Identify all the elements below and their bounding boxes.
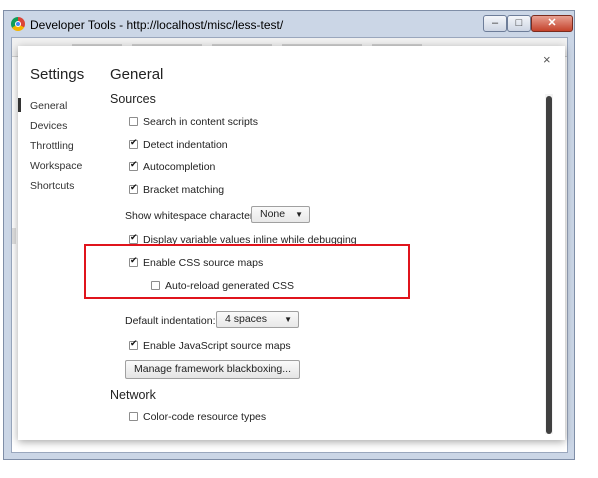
sidebar-item-devices[interactable]: Devices <box>30 120 67 132</box>
sidebar-item-workspace[interactable]: Workspace <box>30 160 82 172</box>
page-title: General <box>110 66 164 83</box>
option-label: Color-code resource types <box>143 411 267 423</box>
enable-js-source-maps-option[interactable]: Enable JavaScript source maps <box>129 339 291 352</box>
show-whitespace-label: Show whitespace characters: <box>125 210 262 222</box>
select-value: 4 spaces <box>225 313 268 325</box>
autocompletion-option[interactable]: Autocompletion <box>129 160 216 173</box>
chevron-down-icon: ▼ <box>295 210 303 219</box>
checkbox[interactable] <box>129 233 138 244</box>
checkbox[interactable] <box>129 138 138 149</box>
checkbox[interactable] <box>129 412 138 421</box>
option-label: Bracket matching <box>143 184 225 196</box>
settings-title: Settings <box>30 66 85 83</box>
minimize-button[interactable]: – <box>483 15 507 32</box>
maximize-button[interactable]: □ <box>507 15 531 32</box>
panel-edge <box>12 228 16 244</box>
checkbox[interactable] <box>129 160 138 171</box>
settings-dialog: Settings × General General Devices Throt… <box>17 46 565 440</box>
option-label: Enable JavaScript source maps <box>143 340 291 352</box>
checkbox[interactable] <box>129 117 138 126</box>
detect-indentation-option[interactable]: Detect indentation <box>129 138 228 151</box>
bracket-matching-option[interactable]: Bracket matching <box>129 183 225 196</box>
whitespace-select[interactable]: None ▼ <box>251 206 310 223</box>
sidebar-item-shortcuts[interactable]: Shortcuts <box>30 180 74 192</box>
window-close-button[interactable]: ✕ <box>531 15 573 32</box>
scrollbar-thumb[interactable] <box>546 96 552 434</box>
search-content-scripts-option[interactable]: Search in content scripts <box>129 116 258 128</box>
annotation-highlight-box <box>84 244 410 299</box>
manage-blackboxing-button[interactable]: Manage framework blackboxing... <box>125 360 300 379</box>
sidebar-item-general[interactable]: General <box>17 98 67 112</box>
sources-heading: Sources <box>110 92 156 106</box>
network-heading: Network <box>110 388 156 402</box>
window-title: Developer Tools - http://localhost/misc/… <box>30 18 284 32</box>
chevron-down-icon: ▼ <box>284 315 292 324</box>
select-value: None <box>260 208 286 220</box>
sidebar-item-throttling[interactable]: Throttling <box>30 140 74 152</box>
option-label: Search in content scripts <box>143 116 258 128</box>
checkbox[interactable] <box>129 183 138 194</box>
color-code-resource-types-option[interactable]: Color-code resource types <box>129 411 266 423</box>
indentation-select[interactable]: 4 spaces ▼ <box>216 311 299 328</box>
default-indentation-label: Default indentation: <box>125 315 216 327</box>
settings-close-icon[interactable]: × <box>543 52 551 67</box>
chrome-icon <box>11 17 25 31</box>
option-label: Autocompletion <box>143 161 216 173</box>
window-titlebar[interactable]: Developer Tools - http://localhost/misc/… <box>4 11 574 37</box>
option-label: Detect indentation <box>143 139 228 151</box>
checkbox[interactable] <box>129 339 138 350</box>
